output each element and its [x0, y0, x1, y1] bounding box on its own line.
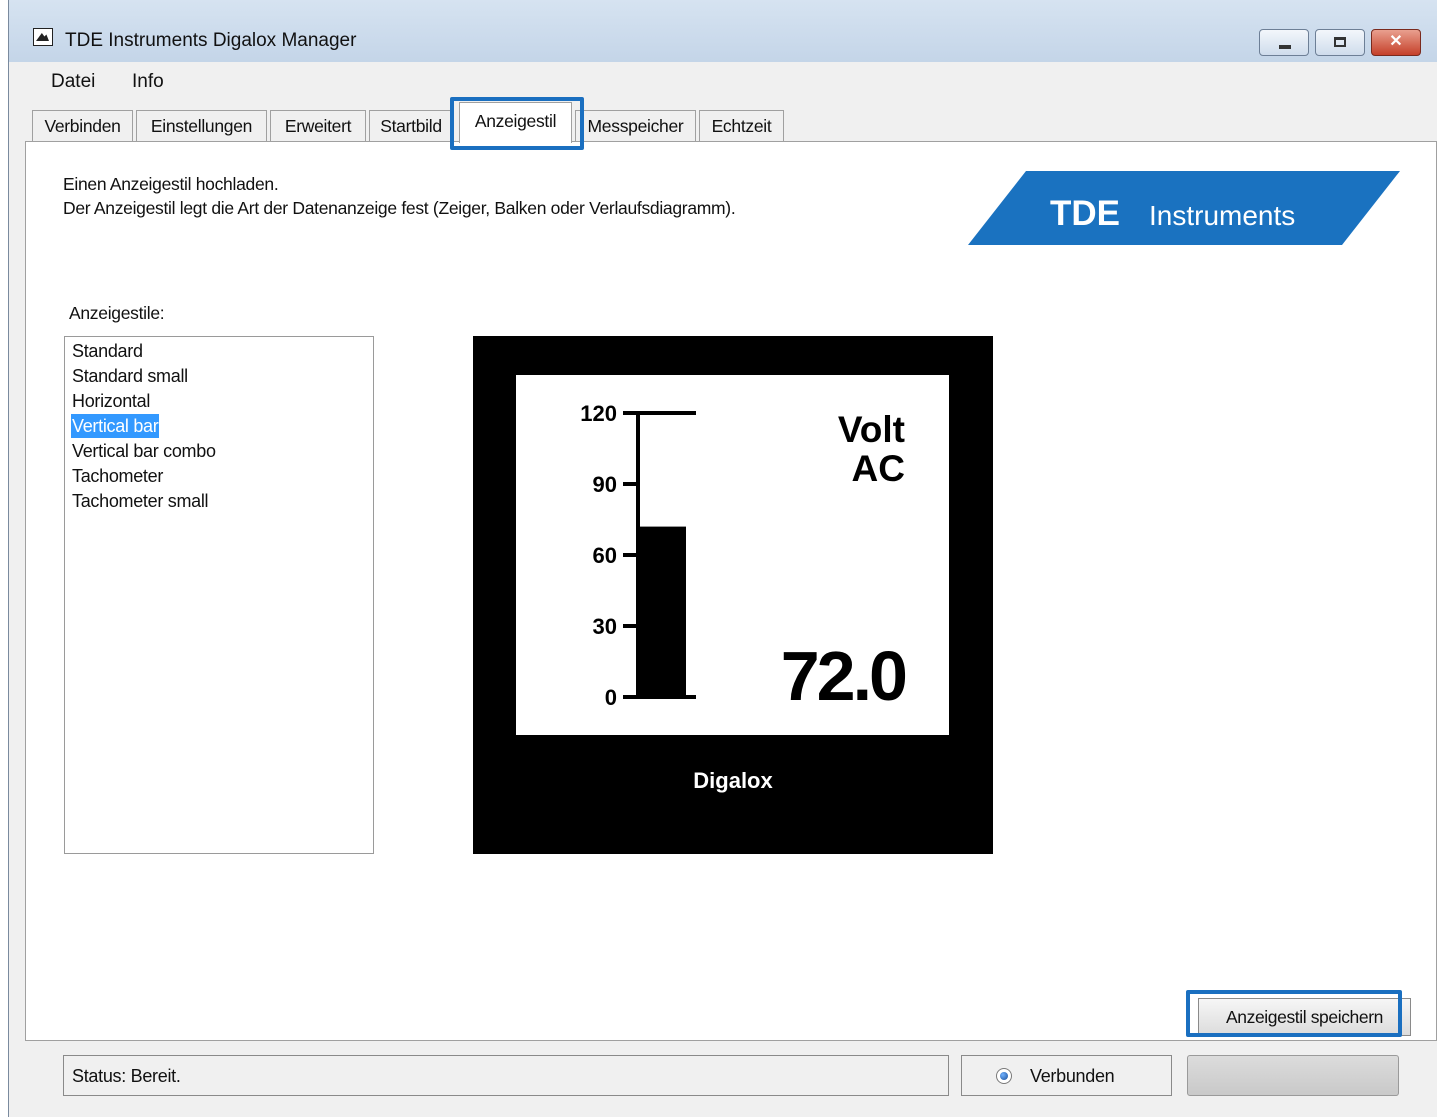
minimize-button[interactable]: [1259, 29, 1309, 56]
connected-radio-icon: [996, 1068, 1012, 1084]
tab-anzeigestil[interactable]: Anzeigestil: [459, 102, 572, 143]
scale-tick-label: 120: [580, 401, 617, 426]
menu-datei[interactable]: Datei: [51, 71, 95, 93]
close-icon: ✕: [1389, 33, 1403, 50]
list-item[interactable]: Tachometer: [71, 464, 164, 488]
tab-echtzeit[interactable]: Echtzeit: [699, 110, 784, 142]
preview-screen: 0 30 60 90 120 Volt AC 72.0: [516, 375, 949, 735]
list-item[interactable]: Tachometer small: [71, 489, 209, 513]
maximize-button[interactable]: [1315, 29, 1365, 56]
gauge-bar: [640, 526, 686, 697]
connection-indicator: Verbunden: [961, 1055, 1172, 1096]
scale-tick-label: 90: [593, 472, 617, 497]
scale-tick-label: 60: [593, 543, 617, 568]
scale-tick-label: 30: [593, 614, 617, 639]
connection-label: Verbunden: [1030, 1066, 1115, 1086]
description-line-1: Einen Anzeigestil hochladen.: [63, 174, 279, 194]
scale-tick-label: 0: [605, 685, 617, 710]
minimize-icon: [1279, 45, 1291, 49]
menu-info[interactable]: Info: [132, 71, 164, 93]
list-item[interactable]: Standard small: [71, 364, 189, 388]
window-title: TDE Instruments Digalox Manager: [65, 30, 357, 51]
styles-listbox[interactable]: Standard Standard small Horizontal Verti…: [64, 336, 374, 854]
display-preview: 0 30 60 90 120 Volt AC 72.0 Digalox: [473, 336, 993, 854]
title-bar[interactable]: TDE Instruments Digalox Manager ✕: [9, 0, 1437, 62]
list-item[interactable]: Standard: [71, 339, 144, 363]
reading-value: 72.0: [781, 637, 906, 715]
close-button[interactable]: ✕: [1371, 29, 1421, 56]
device-label: Digalox: [693, 768, 773, 793]
list-item-selected[interactable]: Vertical bar: [71, 414, 160, 438]
unit-line-1: Volt: [838, 409, 905, 450]
description-line-2: Der Anzeigestil legt die Art der Datenan…: [63, 198, 736, 218]
logo-text: Instruments: [1149, 200, 1295, 231]
list-item[interactable]: Vertical bar combo: [71, 439, 217, 463]
tab-startbild[interactable]: Startbild: [369, 110, 453, 142]
menu-bar: Datei Info: [9, 62, 1437, 102]
tab-erweitert[interactable]: Erweitert: [270, 110, 366, 142]
app-icon: [33, 28, 53, 46]
tab-messpeicher[interactable]: Messpeicher: [575, 110, 696, 142]
tab-verbinden[interactable]: Verbinden: [32, 110, 133, 142]
list-item[interactable]: Horizontal: [71, 389, 151, 413]
save-style-button[interactable]: Anzeigestil speichern: [1198, 998, 1411, 1036]
styles-label: Anzeigestile:: [69, 303, 165, 323]
anzeigestil-panel: Einen Anzeigestil hochladen. Der Anzeige…: [25, 141, 1437, 1041]
logo-brand: TDE: [1050, 194, 1120, 233]
unit-line-2: AC: [852, 448, 905, 489]
status-text: Status: Bereit.: [63, 1055, 949, 1096]
tde-logo: TDE Instruments: [968, 171, 1400, 245]
maximize-icon: [1334, 37, 1346, 47]
progress-bar: [1187, 1055, 1399, 1096]
bar-gauge: 0 30 60 90 120 Volt AC 72.0: [580, 401, 909, 715]
tab-einstellungen[interactable]: Einstellungen: [136, 110, 267, 142]
client-area: Verbinden Einstellungen Erweitert Startb…: [9, 97, 1437, 1117]
app-window: TDE Instruments Digalox Manager ✕ Datei …: [8, 0, 1437, 1117]
